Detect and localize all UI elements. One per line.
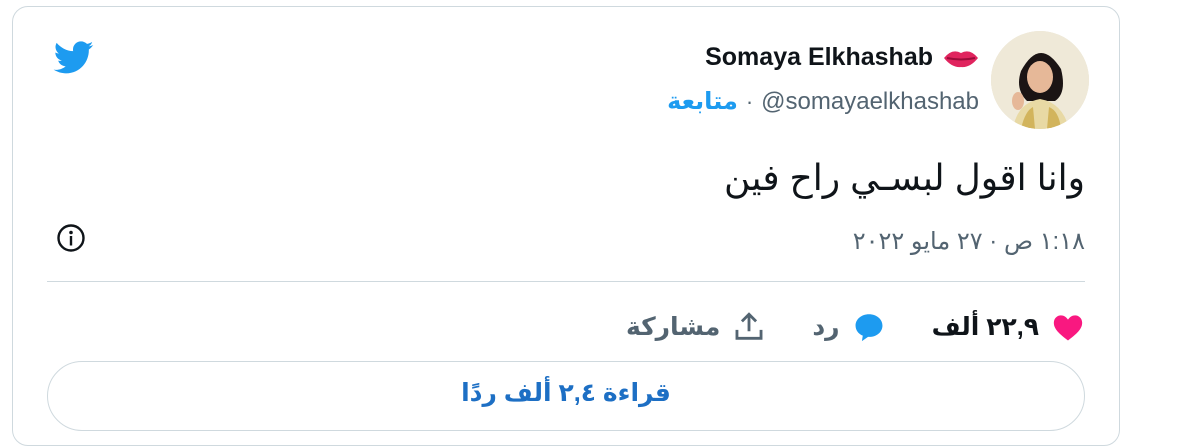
lips-icon bbox=[944, 50, 978, 67]
follow-button[interactable]: متابعة bbox=[667, 87, 738, 116]
avatar[interactable] bbox=[991, 31, 1089, 129]
tweet-timestamp[interactable]: ١:١٨ ص · ٢٧ مايو ٢٠٢٢ bbox=[853, 227, 1085, 256]
user-display-name[interactable]: Somaya Elkhashab bbox=[705, 43, 933, 72]
user-handle[interactable]: @somayaelkhashab bbox=[761, 88, 979, 116]
tweet-card[interactable]: Somaya Elkhashab متابعة · @somayaelkhash… bbox=[12, 6, 1120, 446]
reply-label: رد bbox=[812, 313, 840, 341]
read-replies-button[interactable]: قراءة ٢,٤ ألف ردًا bbox=[47, 361, 1085, 431]
like-button[interactable]: ٢٢,٩ ألف bbox=[932, 310, 1085, 344]
twitter-bird-icon[interactable] bbox=[51, 37, 97, 77]
profile-photo bbox=[991, 31, 1089, 129]
separator-dot: · bbox=[745, 88, 754, 114]
likes-count: ٢٢,٩ ألف bbox=[931, 313, 1039, 341]
tweet-text: وانا اقول لبسـي راح فين bbox=[724, 157, 1085, 198]
divider bbox=[47, 281, 1085, 282]
user-name-row: Somaya Elkhashab bbox=[705, 43, 979, 72]
read-replies-label: قراءة ٢,٤ ألف ردًا bbox=[461, 379, 671, 407]
share-label: مشاركة bbox=[625, 313, 721, 341]
reply-button[interactable]: رد bbox=[812, 310, 885, 344]
user-handle-row: متابعة · @somayaelkhashab bbox=[667, 87, 979, 116]
info-icon[interactable] bbox=[55, 222, 87, 254]
heart-icon bbox=[1053, 315, 1083, 341]
reply-bubble-icon bbox=[855, 314, 883, 342]
share-upload-icon bbox=[735, 312, 763, 340]
share-button[interactable]: مشاركة bbox=[626, 310, 766, 344]
tweet-actions: ٢٢,٩ ألف رد مشاركة bbox=[626, 303, 1085, 351]
